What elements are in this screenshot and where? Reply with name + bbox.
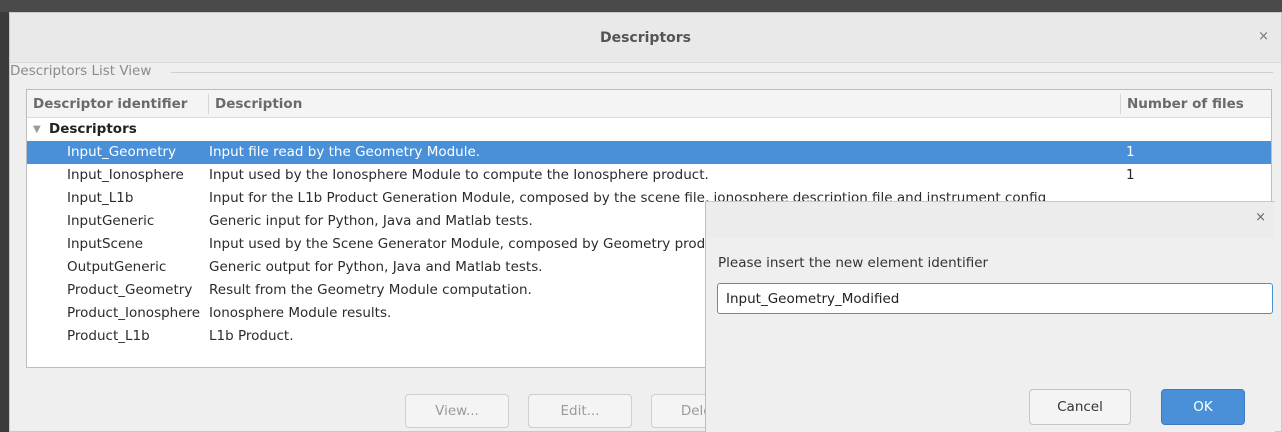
tree-header: Descriptor identifier Description Number… [27, 90, 1271, 118]
ok-button[interactable]: OK [1161, 389, 1245, 425]
expand-arrow-icon[interactable]: ▼ [33, 118, 41, 141]
group-box-border [171, 72, 1273, 73]
row-identifier: Product_Ionosphere [67, 305, 201, 321]
row-identifier: InputGeneric [67, 213, 155, 229]
row-identifier: Product_L1b [67, 328, 150, 344]
dialog-titlebar [706, 202, 1275, 238]
tree-group-row[interactable]: ▼ Descriptors [27, 118, 1271, 141]
row-description: Generic output for Python, Java and Matl… [209, 259, 543, 275]
view-button[interactable]: View... [405, 394, 509, 428]
edit-button[interactable]: Edit... [528, 394, 632, 428]
column-header-number-of-files[interactable]: Number of files [1121, 90, 1244, 118]
table-row[interactable]: Input_Ionosphere Input used by the Ionos… [27, 164, 1271, 187]
dialog-prompt: Please insert the new element identifier [718, 255, 989, 271]
row-description: Ionosphere Module results. [209, 305, 392, 321]
row-identifier: InputScene [67, 236, 144, 252]
row-identifier: Input_Ionosphere [67, 167, 184, 183]
row-file-count: 1 [1126, 167, 1135, 183]
column-header-identifier[interactable]: Descriptor identifier [27, 90, 187, 118]
identifier-input[interactable] [717, 283, 1273, 314]
row-identifier: Input_Geometry [67, 144, 177, 160]
row-description: Input file read by the Geometry Module. [209, 144, 481, 160]
table-row[interactable]: Input_Geometry Input file read by the Ge… [27, 141, 1271, 164]
cancel-button[interactable]: Cancel [1029, 389, 1131, 425]
background-desktop-strip [0, 0, 1282, 12]
column-header-description[interactable]: Description [209, 90, 302, 118]
tree-group-label: Descriptors [49, 121, 137, 137]
close-icon[interactable]: × [1258, 29, 1269, 44]
row-identifier: OutputGeneric [67, 259, 167, 275]
row-description: Input used by the Ionosphere Module to c… [209, 167, 709, 183]
close-icon[interactable]: × [1255, 210, 1266, 225]
row-description: Result from the Geometry Module computat… [209, 282, 532, 298]
row-description: L1b Product. [209, 328, 294, 344]
row-file-count: 1 [1126, 144, 1135, 160]
new-identifier-dialog: × Please insert the new element identifi… [705, 201, 1275, 432]
row-identifier: Input_L1b [67, 190, 134, 206]
window-title: Descriptors [10, 13, 1281, 63]
row-description: Generic input for Python, Java and Matla… [209, 213, 533, 229]
row-identifier: Product_Geometry [67, 282, 193, 298]
row-description: Input used by the Scene Generator Module… [209, 236, 727, 252]
group-box-label: Descriptors List View [10, 63, 154, 79]
